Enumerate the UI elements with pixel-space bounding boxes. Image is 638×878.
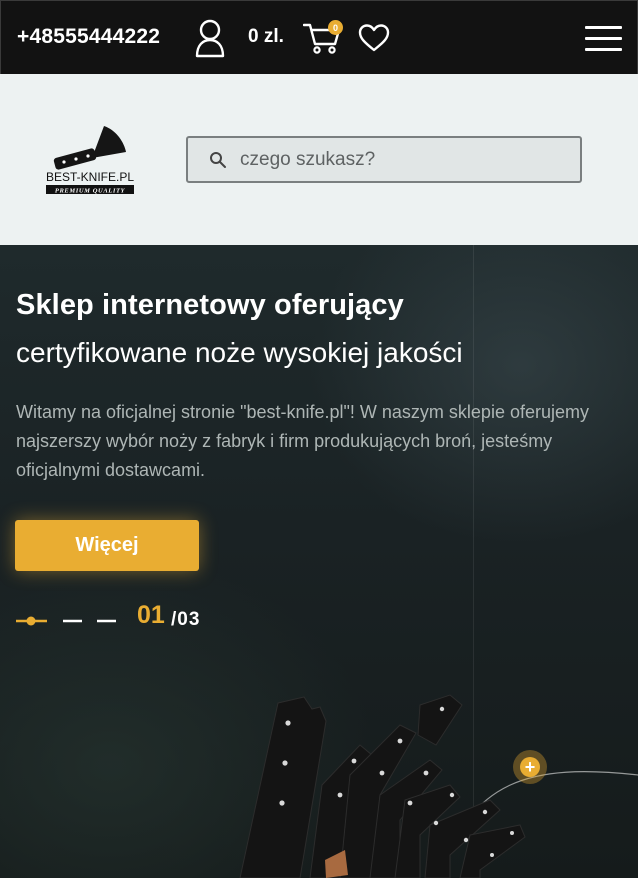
more-button[interactable]: Więcej (15, 520, 199, 571)
logo[interactable]: BEST-KNIFE.PL PREMIUM QUALITY (42, 124, 138, 200)
slider-pagination[interactable] (16, 613, 126, 629)
phone-link[interactable]: +48555444222 (17, 25, 160, 49)
product-hotspot-button[interactable]: + (513, 750, 547, 784)
site-header: BEST-KNIFE.PL PREMIUM QUALITY (0, 74, 638, 245)
hero-slider: Sklep internetowy oferujący certyfikowan… (0, 245, 638, 878)
slide-total: /03 (171, 609, 201, 630)
search-input[interactable] (240, 138, 560, 181)
hero-title: Sklep internetowy oferujący (16, 289, 404, 321)
hero-subtitle: certyfikowane noże wysokiej jakości (16, 337, 463, 368)
knife-set-image (239, 694, 638, 878)
logo-text: BEST-KNIFE.PL (46, 170, 134, 184)
menu-icon[interactable] (585, 26, 623, 52)
search-icon[interactable] (209, 151, 227, 169)
user-icon[interactable] (194, 18, 226, 58)
slide-current: 01 (137, 601, 165, 629)
top-bar: +48555444222 0 zl. 0 (0, 0, 638, 74)
logo-tagline: PREMIUM QUALITY (55, 188, 126, 195)
slide-dot-active (26, 616, 36, 626)
heart-icon[interactable] (358, 23, 390, 53)
hero-description: Witamy na oficjalnej stronie "best-knife… (16, 402, 589, 480)
cart-total: 0 zl. (248, 26, 284, 47)
plus-icon: + (520, 757, 540, 777)
search-box (186, 136, 582, 183)
cart-count-badge: 0 (328, 20, 343, 35)
